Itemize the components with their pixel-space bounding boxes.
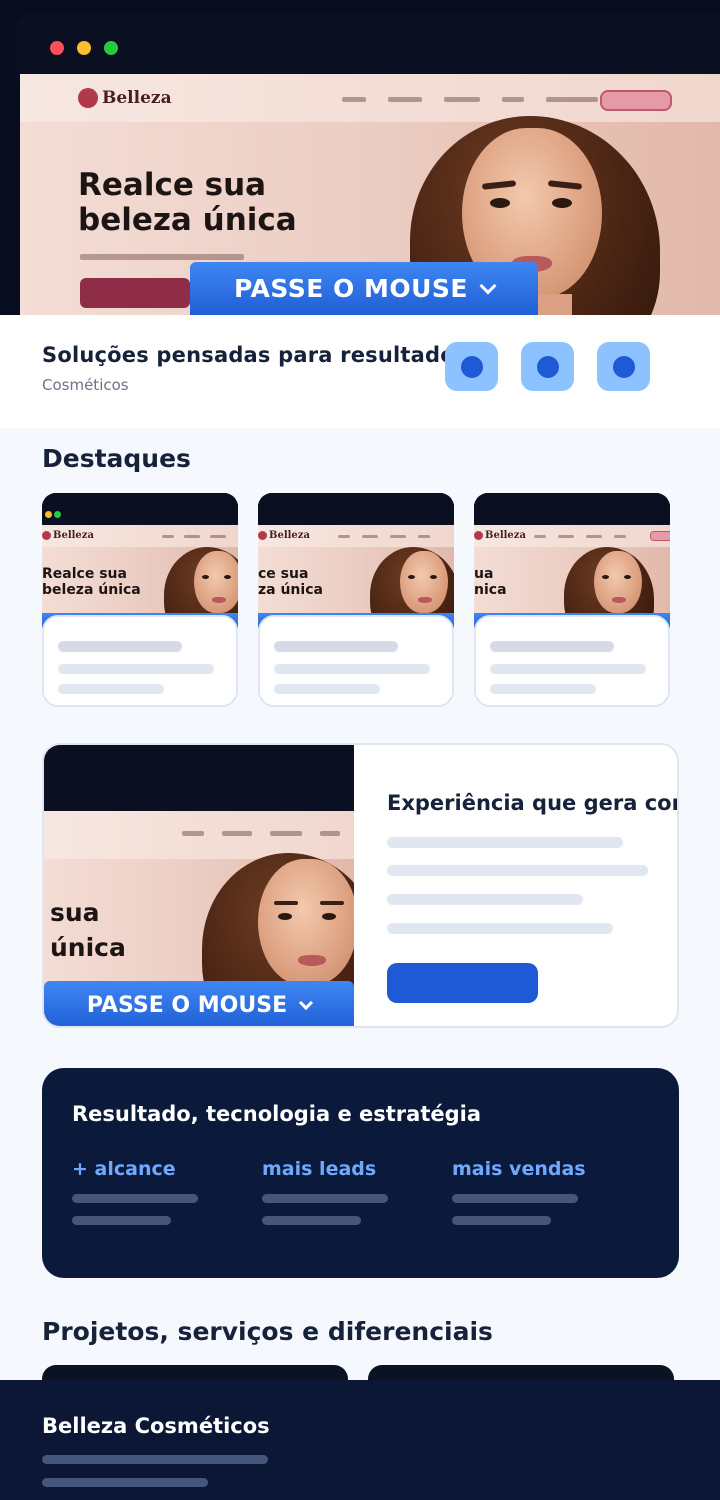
hero-headline: Realce sua beleza única	[78, 167, 297, 238]
stat-label: + alcance	[72, 1158, 176, 1180]
footer: Belleza Cosméticos	[0, 1380, 720, 1500]
chevron-down-icon	[299, 995, 314, 1010]
feature-block: sua única PASSE O MOUSE Experiência que …	[42, 743, 679, 1028]
card-headline: Realce sua beleza única	[42, 566, 141, 598]
stat-item: mais vendas	[452, 1158, 602, 1225]
feature-thumbnail: sua única PASSE O MOUSE	[44, 745, 354, 1026]
feature-headline: sua única	[50, 898, 126, 962]
card-headline: ce sua za única	[258, 566, 323, 598]
feature-cta-button[interactable]	[387, 963, 538, 1003]
chevron-down-icon	[479, 277, 497, 294]
text-placeholder	[387, 894, 583, 905]
minimize-dot-icon	[77, 41, 91, 55]
intro-subtitle: Cosméticos	[42, 376, 129, 394]
circle-icon	[612, 355, 635, 378]
text-placeholder	[42, 1455, 268, 1464]
footer-brand: Belleza Cosméticos	[42, 1414, 270, 1438]
feature-icon-button-1[interactable]	[445, 342, 498, 391]
card-headline: ua nica	[474, 566, 507, 598]
card-logo: Belleza	[269, 530, 310, 541]
highlight-card[interactable]: Belleza ua nica	[474, 493, 670, 707]
text-placeholder	[387, 865, 648, 876]
feature-icon-button-3[interactable]	[597, 342, 650, 391]
hover-hint-button[interactable]: PASSE O MOUSE	[190, 262, 538, 315]
card-logo: Belleza	[53, 530, 94, 541]
circle-icon	[460, 355, 483, 378]
site-nav-button	[600, 90, 672, 111]
stats-title: Resultado, tecnologia e estratégia	[72, 1102, 482, 1126]
highlight-card[interactable]: Belleza Realce sua beleza única	[42, 493, 238, 707]
card-body	[474, 615, 670, 707]
close-dot-icon	[50, 41, 64, 55]
hover-label: PASSE O MOUSE	[233, 274, 468, 303]
stat-label: mais leads	[262, 1158, 377, 1180]
text-placeholder	[387, 923, 613, 934]
hero-subline	[80, 254, 244, 260]
intro-band: Soluções pensadas para resultados Cosmét…	[0, 315, 720, 428]
hero-preview: Belleza Realce sua beleza única PASSE O …	[0, 0, 720, 315]
site-nav-links	[342, 97, 598, 102]
projects-heading: Projetos, serviços e diferenciais	[42, 1317, 493, 1346]
circle-icon	[536, 355, 559, 378]
stat-item: mais leads	[262, 1158, 412, 1225]
card-body	[258, 615, 454, 707]
card-thumbnail: Belleza Realce sua beleza única	[42, 493, 238, 628]
card-thumbnail: Belleza ua nica	[474, 493, 670, 628]
logo-mark-icon	[78, 88, 98, 108]
feature-title: Experiência que gera confiança	[387, 791, 677, 815]
site-logo: Belleza	[78, 88, 172, 108]
hover-label: PASSE O MOUSE	[86, 993, 288, 1018]
card-body	[42, 615, 238, 707]
card-logo: Belleza	[485, 530, 526, 541]
logo-text: Belleza	[102, 88, 172, 108]
intro-title: Soluções pensadas para resultados	[42, 343, 468, 367]
highlights-heading: Destaques	[42, 444, 191, 473]
card-thumbnail: Belleza ce sua za única	[258, 493, 454, 628]
text-placeholder	[42, 1478, 208, 1487]
stat-label: mais vendas	[452, 1158, 586, 1180]
feature-icon-button-2[interactable]	[521, 342, 574, 391]
maximize-dot-icon	[104, 41, 118, 55]
text-placeholder	[387, 837, 623, 848]
stats-block: Resultado, tecnologia e estratégia + alc…	[42, 1068, 679, 1278]
highlight-card[interactable]: Belleza ce sua za única	[258, 493, 454, 707]
hero-cta	[80, 278, 190, 308]
feature-hover-hint[interactable]: PASSE O MOUSE	[44, 981, 354, 1026]
stat-item: + alcance	[72, 1158, 222, 1225]
